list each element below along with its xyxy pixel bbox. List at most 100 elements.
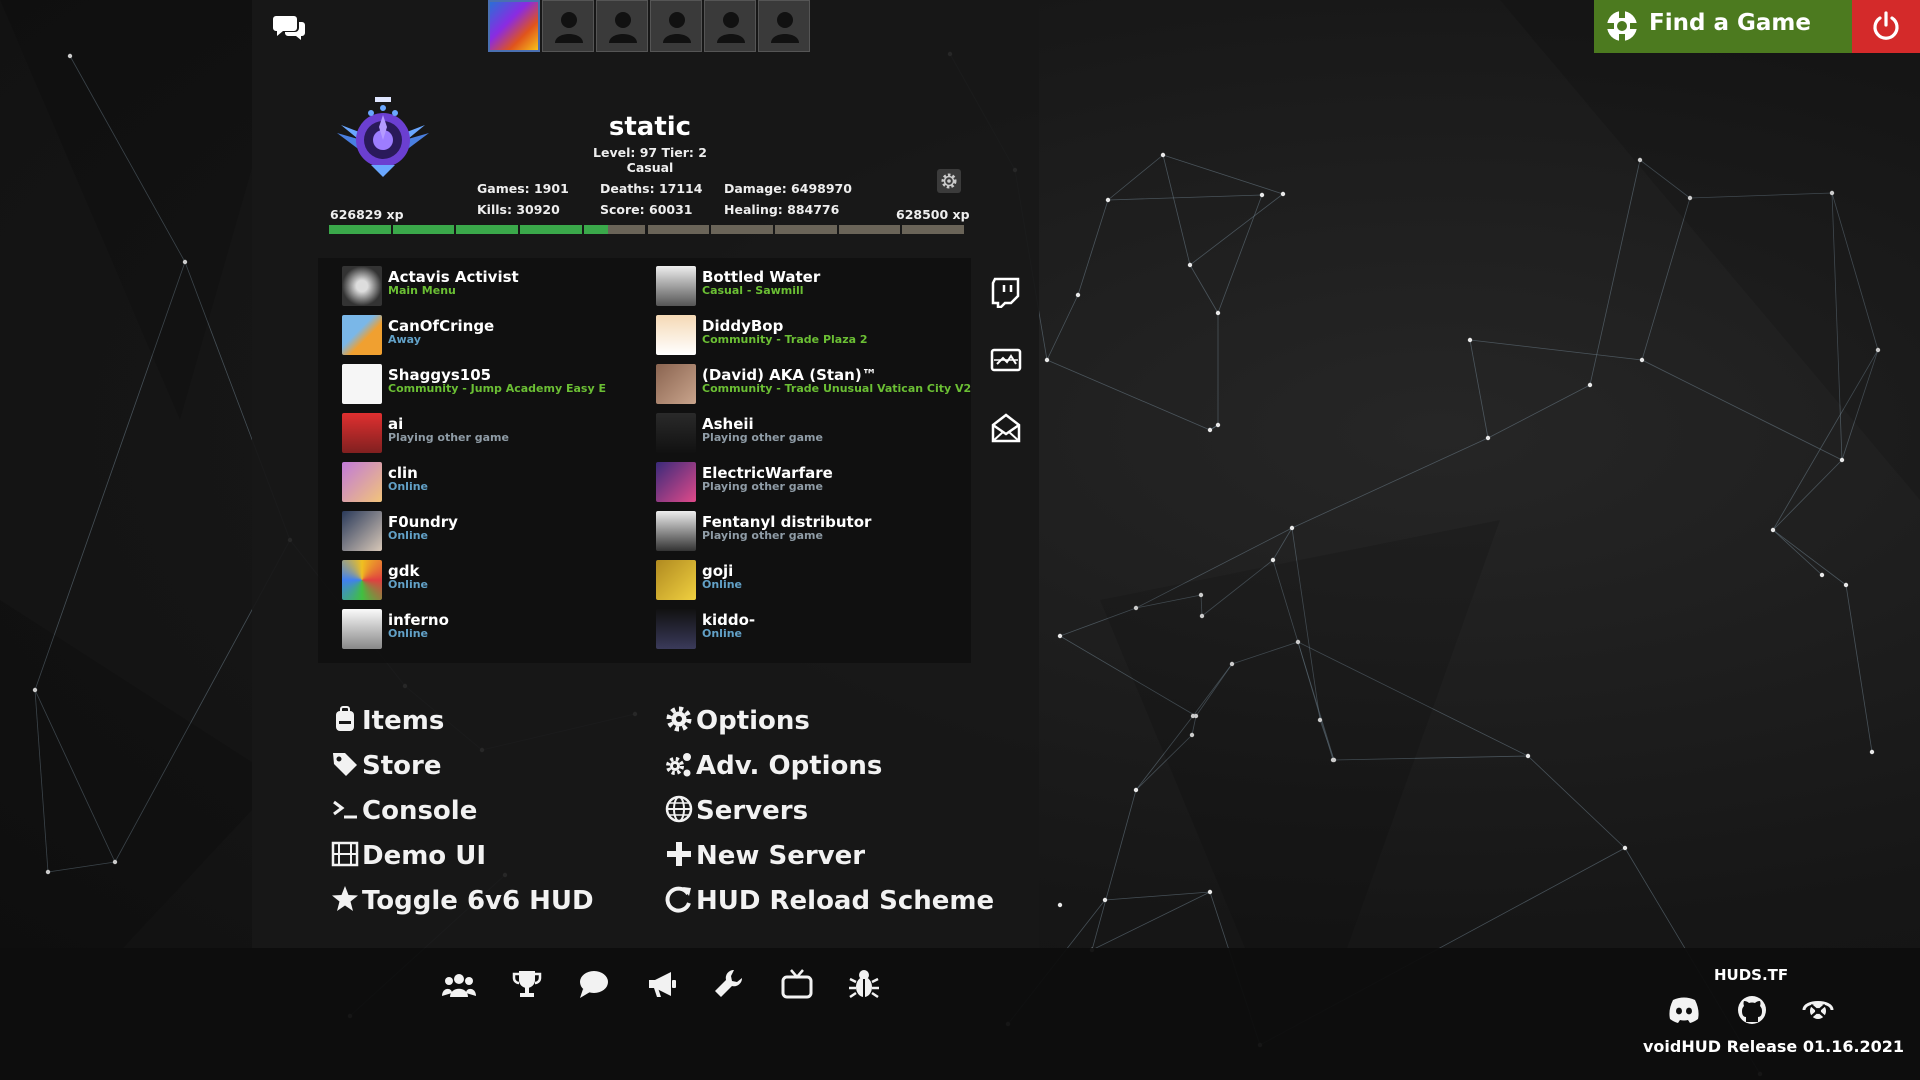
friend-item[interactable]: Bottled Water Casual - Sawmill bbox=[656, 262, 956, 306]
avatar bbox=[656, 511, 696, 551]
globe-icon bbox=[665, 795, 693, 822]
friend-item[interactable]: ElectricWarfare Playing other game bbox=[656, 458, 956, 502]
menu-adv-options[interactable]: Adv. Options bbox=[664, 749, 882, 783]
friend-status: Online bbox=[702, 627, 743, 640]
reload-icon bbox=[665, 886, 691, 913]
menu-label: Items bbox=[362, 706, 445, 736]
stat-kills: Kills: 30920 bbox=[477, 202, 560, 217]
person-icon bbox=[609, 12, 637, 43]
friend-item[interactable]: F0undry Online bbox=[342, 507, 642, 551]
party-slot-empty[interactable] bbox=[596, 0, 648, 52]
stat-games: Games: 1901 bbox=[477, 181, 569, 196]
friend-status: Online bbox=[388, 480, 429, 493]
friend-item[interactable]: ai Playing other game bbox=[342, 409, 642, 453]
huds-tf-link[interactable]: HUDS.TF bbox=[1714, 966, 1788, 984]
menu-servers[interactable]: Servers bbox=[664, 794, 808, 828]
gears-icon bbox=[666, 752, 691, 776]
friend-item[interactable]: goji Online bbox=[656, 556, 956, 600]
stat-damage: Damage: 6498970 bbox=[724, 181, 852, 196]
friend-status: Community - Trade Unusual Vatican City V… bbox=[702, 382, 971, 395]
plus-icon bbox=[667, 841, 691, 866]
community-icon[interactable] bbox=[442, 967, 476, 1001]
xp-segment-fill bbox=[583, 225, 609, 234]
party-slot-empty[interactable] bbox=[542, 0, 594, 52]
release-label: voidHUD Release 01.16.2021 bbox=[1643, 1037, 1905, 1056]
friend-status: Online bbox=[388, 627, 429, 640]
friend-status: Playing other game bbox=[702, 480, 823, 493]
friend-item[interactable]: clin Online bbox=[342, 458, 642, 502]
username: static bbox=[608, 112, 692, 142]
friend-item[interactable]: Fentanyl distributor Playing other game bbox=[656, 507, 956, 551]
twitch-icon[interactable] bbox=[990, 276, 1022, 309]
friend-item[interactable]: inferno Online bbox=[342, 605, 642, 649]
menu-label: Demo UI bbox=[362, 841, 487, 871]
menu-items[interactable]: Items bbox=[330, 704, 444, 738]
friend-item[interactable]: kiddo- Online bbox=[656, 605, 956, 649]
avatar bbox=[342, 462, 382, 502]
xp-segment bbox=[647, 225, 710, 234]
chat-icon[interactable] bbox=[577, 967, 611, 1001]
gear-icon bbox=[666, 706, 692, 731]
backpack-icon bbox=[336, 705, 354, 731]
friend-item[interactable]: Asheii Playing other game bbox=[656, 409, 956, 453]
xp-segment-fill bbox=[456, 225, 519, 234]
friend-status: Away bbox=[388, 333, 421, 346]
person-icon bbox=[771, 12, 799, 43]
party-slot-empty[interactable] bbox=[758, 0, 810, 52]
xp-segment bbox=[774, 225, 837, 234]
friend-item[interactable]: (David) AKA (Stan)™ Community - Trade Unu… bbox=[656, 360, 971, 404]
menu-hud-reload-scheme[interactable]: HUD Reload Scheme bbox=[664, 884, 994, 918]
menu-toggle-6v6-hud[interactable]: Toggle 6v6 HUD bbox=[330, 884, 594, 918]
discord-icon[interactable] bbox=[1667, 994, 1701, 1026]
find-game-button[interactable]: Find a Game bbox=[1594, 0, 1852, 53]
trophy-icon[interactable] bbox=[510, 967, 544, 1001]
match-mode: Casual bbox=[626, 160, 674, 175]
friend-item[interactable]: Shaggys105 Community - Jump Academy Easy … bbox=[342, 360, 642, 404]
rank-emblem bbox=[333, 95, 433, 181]
avatar bbox=[342, 413, 382, 453]
star-icon bbox=[332, 885, 358, 911]
menu-options[interactable]: Options bbox=[664, 704, 810, 738]
tv-icon[interactable] bbox=[780, 967, 814, 1001]
friend-item[interactable]: Actavis Activist Main Menu bbox=[342, 262, 642, 306]
mail-icon[interactable] bbox=[990, 412, 1022, 444]
party-slot-empty[interactable] bbox=[704, 0, 756, 52]
wrench-icon[interactable] bbox=[712, 967, 746, 1001]
menu-store[interactable]: Store bbox=[330, 749, 441, 783]
menu-label: HUD Reload Scheme bbox=[696, 886, 995, 916]
megaphone-icon[interactable] bbox=[645, 967, 679, 1001]
menu-label: Options bbox=[696, 706, 810, 736]
menu-label: Console bbox=[362, 796, 478, 826]
friend-item[interactable]: DiddyBop Community - Trade Plaza 2 bbox=[656, 311, 956, 355]
chat-bubbles-icon[interactable] bbox=[272, 12, 308, 44]
friend-status: Community - Trade Plaza 2 bbox=[702, 333, 868, 346]
menu-console[interactable]: Console bbox=[330, 794, 477, 828]
friend-status: Community - Jump Academy Easy E bbox=[388, 382, 606, 395]
quit-button[interactable] bbox=[1852, 0, 1920, 53]
menu-label: Toggle 6v6 HUD bbox=[362, 886, 594, 916]
bug-icon[interactable] bbox=[847, 967, 881, 1001]
terminal-icon bbox=[333, 800, 357, 818]
person-icon bbox=[555, 12, 583, 43]
menu-new-server[interactable]: New Server bbox=[664, 839, 865, 873]
avatar bbox=[342, 364, 382, 404]
power-icon bbox=[1873, 11, 1899, 40]
friends-list[interactable]: Actavis Activist Main Menu Bottled Water Ca… bbox=[318, 258, 971, 663]
menu-label: Adv. Options bbox=[696, 751, 883, 781]
tag-icon bbox=[333, 752, 357, 776]
avatar bbox=[342, 560, 382, 600]
steam-icon[interactable] bbox=[1801, 994, 1835, 1026]
menu-label: Store bbox=[362, 751, 442, 781]
github-icon[interactable] bbox=[1735, 994, 1769, 1026]
screenshot-icon[interactable] bbox=[990, 344, 1022, 376]
profile-settings-button[interactable] bbox=[937, 169, 961, 193]
friend-item[interactable]: CanOfCringe Away bbox=[342, 311, 642, 355]
party-slot-empty[interactable] bbox=[650, 0, 702, 52]
party-slot-self[interactable] bbox=[488, 0, 540, 52]
friend-item[interactable]: gdk Online bbox=[342, 556, 642, 600]
avatar bbox=[342, 266, 382, 306]
xp-current: 626829 xp bbox=[330, 207, 404, 222]
avatar bbox=[656, 266, 696, 306]
menu-demo-ui[interactable]: Demo UI bbox=[330, 839, 486, 873]
friend-status: Casual - Sawmill bbox=[702, 284, 804, 297]
